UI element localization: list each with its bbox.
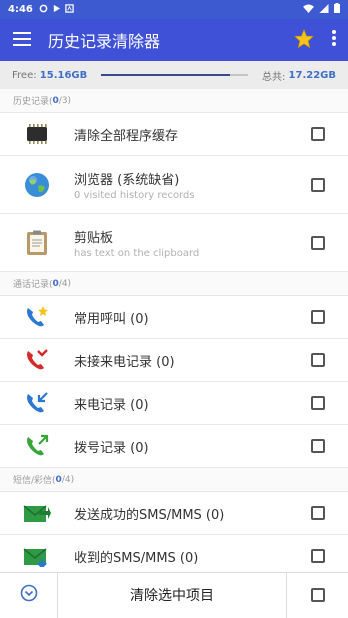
received-sms-icon: [0, 545, 74, 567]
list-item-clipboard[interactable]: 剪贴板 has text on the clipboard: [0, 214, 348, 272]
app-title: 历史记录清除器: [48, 32, 161, 51]
more-vertical-icon: [332, 30, 336, 50]
total-label: 总共:: [261, 71, 286, 83]
checkbox-clipboard[interactable]: [311, 235, 325, 250]
favorite-button[interactable]: [288, 28, 320, 52]
item-subtitle: 0 visited history records: [74, 189, 195, 201]
checkbox-outgoing-calls[interactable]: [311, 439, 325, 453]
item-title: 来电记录 (0): [74, 397, 149, 413]
sent-sms-icon: [0, 502, 74, 524]
clipboard-icon: [0, 230, 74, 256]
section-header-calls: 通话记录(0/4): [0, 272, 348, 296]
checkbox-app-cache[interactable]: [311, 127, 325, 141]
storage-info: Free: 15.16GB 总共: 17.22GB: [0, 61, 348, 89]
item-title: 常用呼叫 (0): [74, 311, 149, 327]
chevron-down-circle-icon: [20, 584, 38, 606]
globe-icon: [0, 172, 74, 198]
item-title: 拨号记录 (0): [74, 440, 149, 456]
item-title: 浏览器 (系统缺省): [74, 172, 180, 188]
chip-icon: [0, 124, 74, 144]
section-header-history: 历史记录(0/3): [0, 89, 348, 113]
expand-button[interactable]: [0, 572, 58, 618]
status-time: 4:46: [8, 4, 33, 15]
item-title: 未接来电记录 (0): [74, 354, 175, 370]
bottom-action-bar: 清除选中项目: [0, 572, 348, 618]
list-item-browser[interactable]: 浏览器 (系统缺省) 0 visited history records: [0, 156, 348, 214]
signal-icon: [319, 3, 329, 16]
clear-selected-button[interactable]: 清除选中项目: [58, 585, 286, 605]
star-icon: [294, 28, 314, 52]
storage-progress-bar: [101, 74, 248, 76]
section-label: 短信/彩信(: [13, 476, 56, 486]
menu-button[interactable]: [0, 31, 44, 50]
checkbox-incoming-calls[interactable]: [311, 396, 325, 410]
history-list: 历史记录(0/3) 清除全部程序缓存 浏览器 (系统缺省) 0 visited …: [0, 89, 348, 578]
item-title: 发送成功的SMS/MMS (0): [74, 507, 225, 523]
free-label: Free:: [12, 69, 37, 81]
list-item-sent-sms[interactable]: 发送成功的SMS/MMS (0): [0, 492, 348, 535]
checkbox-sent-sms[interactable]: [311, 506, 325, 520]
incoming-call-icon: [0, 391, 74, 415]
section-total: /4): [58, 278, 72, 289]
section-label: 通话记录(: [13, 280, 53, 290]
list-item-incoming-calls[interactable]: 来电记录 (0): [0, 382, 348, 425]
section-total: /3): [58, 95, 72, 106]
list-item-outgoing-calls[interactable]: 拨号记录 (0): [0, 425, 348, 468]
hamburger-menu-icon: [13, 31, 31, 50]
battery-icon: [334, 3, 340, 16]
missed-call-icon: [0, 348, 74, 372]
status-bar: 4:46: [0, 0, 348, 19]
free-value: 15.16GB: [39, 69, 88, 81]
play-icon: [52, 4, 61, 16]
checkbox-favorite-calls[interactable]: [311, 310, 325, 324]
wifi-icon: [303, 3, 314, 16]
favorite-call-icon: [0, 305, 74, 329]
settings-icon: [39, 4, 48, 16]
list-item-app-cache[interactable]: 清除全部程序缓存: [0, 113, 348, 156]
section-total: /4): [61, 474, 75, 485]
select-all-checkbox[interactable]: [310, 588, 325, 602]
item-title: 收到的SMS/MMS (0): [74, 550, 199, 566]
app-icon: [65, 3, 74, 16]
outgoing-call-icon: [0, 434, 74, 458]
overflow-menu-button[interactable]: [320, 30, 348, 50]
storage-progress-fill: [101, 74, 231, 76]
list-item-favorite-calls[interactable]: 常用呼叫 (0): [0, 296, 348, 339]
item-title: 剪贴板: [74, 230, 114, 246]
item-title: 清除全部程序缓存: [74, 128, 179, 144]
app-toolbar: 历史记录清除器: [0, 19, 348, 61]
checkbox-browser[interactable]: [311, 177, 325, 192]
section-label: 历史记录(: [13, 97, 53, 107]
checkbox-missed-calls[interactable]: [311, 353, 325, 367]
item-subtitle: has text on the clipboard: [74, 247, 200, 259]
section-header-sms: 短信/彩信(0/4): [0, 468, 348, 492]
list-item-missed-calls[interactable]: 未接来电记录 (0): [0, 339, 348, 382]
total-value: 17.22GB: [288, 69, 336, 81]
checkbox-received-sms[interactable]: [311, 549, 325, 563]
